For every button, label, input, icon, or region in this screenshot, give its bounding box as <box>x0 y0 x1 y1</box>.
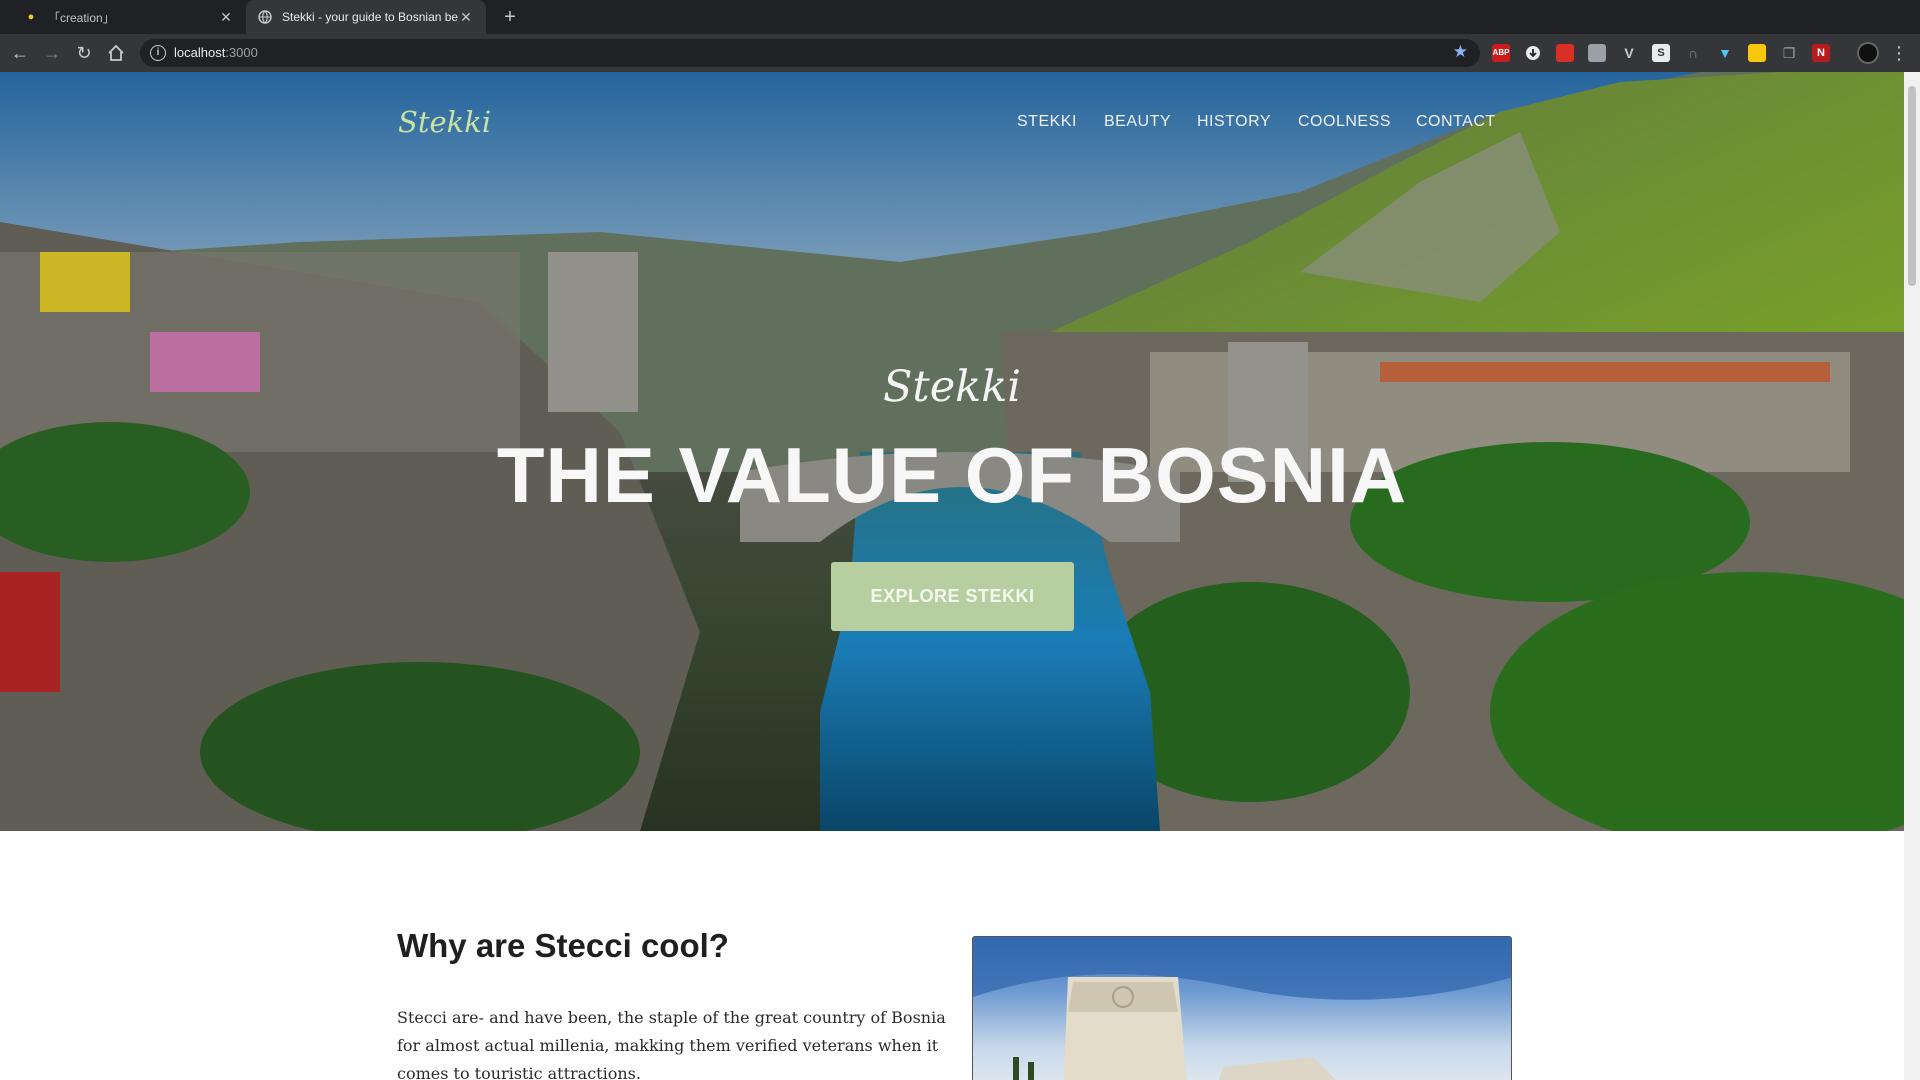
back-arrow-icon[interactable]: ← <box>8 41 32 65</box>
nav-item-contact[interactable]: CONTACT <box>1416 113 1496 131</box>
hero-section: Stekki STEKKI BEAUTY HISTORY COOLNESS CO… <box>0 72 1904 831</box>
address-bar[interactable]: i localhost:3000 ★ <box>140 39 1480 67</box>
stecak-image <box>972 936 1512 1080</box>
tab-stekki[interactable]: Stekki - your guide to Bosnian be ✕ <box>246 0 486 34</box>
hero-title: THE VALUE OF BOSNIA <box>496 431 1408 519</box>
nav-item-history[interactable]: HISTORY <box>1197 113 1271 131</box>
tab-title: Stekki - your guide to Bosnian be <box>282 10 458 24</box>
profile-avatar[interactable] <box>1857 42 1879 64</box>
section-text: Stecci are- and have been, the staple of… <box>397 1008 946 1080</box>
web-page: Stekki STEKKI BEAUTY HISTORY COOLNESS CO… <box>0 72 1920 1080</box>
scrollbar-thumb[interactable] <box>1908 86 1916 286</box>
url-text: localhost:3000 <box>174 45 258 60</box>
forward-arrow-icon[interactable]: → <box>40 41 64 65</box>
n-icon[interactable]: N <box>1812 44 1830 62</box>
vue-icon[interactable]: V <box>1620 44 1638 62</box>
download-icon[interactable] <box>1524 44 1542 62</box>
s-icon[interactable]: S <box>1652 44 1670 62</box>
menu-dots-icon[interactable]: ⋮ <box>1890 41 1908 65</box>
calendar-icon[interactable] <box>1556 44 1574 62</box>
new-tab-plus-icon[interactable]: + <box>498 5 522 29</box>
page-scrollbar[interactable] <box>1904 72 1920 1080</box>
globe-icon <box>258 10 272 24</box>
explore-button[interactable]: EXPLORE STEKKI <box>831 562 1074 631</box>
hero-subtitle: Stekki <box>882 362 1022 412</box>
filter-icon[interactable]: ▼ <box>1716 44 1734 62</box>
tab-creation[interactable]: ● 「creation」 ✕ <box>12 0 246 34</box>
reload-icon[interactable]: ↻ <box>72 41 96 65</box>
home-icon[interactable] <box>104 41 128 65</box>
close-icon[interactable]: ✕ <box>218 9 234 26</box>
bookmark-star-icon[interactable]: ★ <box>1453 42 1468 62</box>
section-heading: Why are Stecci cool? <box>397 927 729 964</box>
banana-icon: ● <box>27 11 35 23</box>
tab-title: 「creation」 <box>48 10 115 25</box>
nav-item-stekki[interactable]: STEKKI <box>1017 113 1077 131</box>
close-icon[interactable]: ✕ <box>458 9 474 26</box>
headset-icon[interactable]: ∩ <box>1684 44 1702 62</box>
notes-icon[interactable] <box>1588 44 1606 62</box>
folder-icon[interactable] <box>1748 44 1766 62</box>
tabs-icon[interactable]: ❐ <box>1780 44 1798 62</box>
site-logo[interactable]: Stekki <box>398 105 491 139</box>
nav-item-beauty[interactable]: BEAUTY <box>1104 113 1171 131</box>
info-icon[interactable]: i <box>150 45 166 61</box>
nav-item-coolness[interactable]: COOLNESS <box>1298 113 1391 131</box>
abp-icon[interactable]: ABP <box>1492 44 1510 62</box>
browser-tab-bar: ● 「creation」 ✕ Stekki - your guide to Bo… <box>0 0 1920 34</box>
browser-toolbar: ← → ↻ i localhost:3000 ★ ABP V S ∩ ▼ ❐ N… <box>0 34 1920 72</box>
